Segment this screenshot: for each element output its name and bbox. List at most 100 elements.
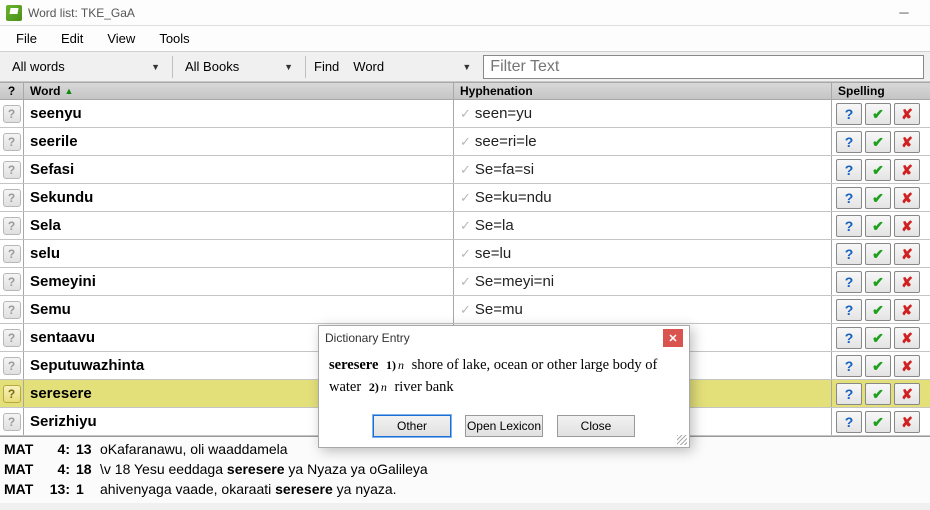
row-hyphenation: ✓Se=ku=ndu — [454, 184, 832, 211]
column-header-hyphenation[interactable]: Hyphenation — [454, 83, 832, 99]
spell-correct-button[interactable]: ✔ — [865, 103, 891, 125]
dialog-title: Dictionary Entry — [325, 331, 410, 345]
spell-correct-button[interactable]: ✔ — [865, 299, 891, 321]
word-filter-combo[interactable]: All words ▼ — [6, 56, 166, 78]
spell-correct-button[interactable]: ✔ — [865, 215, 891, 237]
resize-grip[interactable] — [677, 435, 687, 445]
spell-unknown-button[interactable]: ? — [836, 355, 862, 377]
question-icon: ? — [3, 133, 21, 151]
spell-unknown-button[interactable]: ? — [836, 159, 862, 181]
spell-incorrect-button[interactable]: ✘ — [894, 243, 920, 265]
find-mode-combo[interactable]: Word ▼ — [347, 56, 477, 78]
separator — [172, 56, 173, 78]
word-filter-value: All words — [12, 59, 65, 74]
table-row[interactable]: ?Semu✓Se=mu?✔✘ — [0, 296, 930, 324]
ref-chapter: 4: — [44, 439, 70, 459]
spell-correct-button[interactable]: ✔ — [865, 327, 891, 349]
ref-text: \v 18 Yesu eeddaga seresere ya Nyaza ya … — [100, 459, 428, 479]
row-spelling: ?✔✘ — [832, 156, 930, 183]
question-icon: ? — [3, 105, 21, 123]
row-spelling: ?✔✘ — [832, 324, 930, 351]
question-icon: ? — [3, 329, 21, 347]
spell-incorrect-button[interactable]: ✘ — [894, 103, 920, 125]
spell-correct-button[interactable]: ✔ — [865, 383, 891, 405]
table-row[interactable]: ?Semeyini✓Se=meyi=ni?✔✘ — [0, 268, 930, 296]
spell-incorrect-button[interactable]: ✘ — [894, 299, 920, 321]
spell-unknown-button[interactable]: ? — [836, 103, 862, 125]
row-spelling: ?✔✘ — [832, 408, 930, 435]
filter-input[interactable] — [483, 55, 924, 79]
ref-book: MAT — [4, 439, 38, 459]
row-word: Sefasi — [24, 156, 454, 183]
spell-correct-button[interactable]: ✔ — [865, 271, 891, 293]
ref-verse: 1 — [76, 479, 94, 499]
spell-unknown-button[interactable]: ? — [836, 131, 862, 153]
spell-incorrect-button[interactable]: ✘ — [894, 271, 920, 293]
menu-file[interactable]: File — [6, 28, 47, 49]
spell-correct-button[interactable]: ✔ — [865, 131, 891, 153]
table-row[interactable]: ?selu✓se=lu?✔✘ — [0, 240, 930, 268]
dialog-footer: Other Open Lexicon Close — [319, 409, 689, 447]
column-header-status[interactable]: ? — [0, 83, 24, 99]
spell-incorrect-button[interactable]: ✘ — [894, 411, 920, 433]
reference-line[interactable]: MAT13:1ahivenyaga vaade, okaraati serese… — [0, 479, 930, 499]
ref-book: MAT — [4, 479, 38, 499]
check-icon: ✓ — [460, 218, 471, 234]
spell-unknown-button[interactable]: ? — [836, 327, 862, 349]
spell-unknown-button[interactable]: ? — [836, 243, 862, 265]
spell-unknown-button[interactable]: ? — [836, 215, 862, 237]
menu-view[interactable]: View — [97, 28, 145, 49]
spell-incorrect-button[interactable]: ✘ — [894, 327, 920, 349]
spell-incorrect-button[interactable]: ✘ — [894, 187, 920, 209]
spell-correct-button[interactable]: ✔ — [865, 355, 891, 377]
chevron-down-icon: ▼ — [151, 62, 160, 72]
dialog-titlebar[interactable]: Dictionary Entry ✕ — [319, 326, 689, 350]
spell-unknown-button[interactable]: ? — [836, 299, 862, 321]
row-word: Sekundu — [24, 184, 454, 211]
row-spelling: ?✔✘ — [832, 296, 930, 323]
dialog-body: seresere 1)n shore of lake, ocean or oth… — [319, 350, 689, 409]
dictionary-entry-dialog: Dictionary Entry ✕ seresere 1)n shore of… — [318, 325, 690, 448]
sense-definition: river bank — [394, 379, 453, 395]
spell-unknown-button[interactable]: ? — [836, 187, 862, 209]
spell-incorrect-button[interactable]: ✘ — [894, 131, 920, 153]
spell-incorrect-button[interactable]: ✘ — [894, 159, 920, 181]
spell-unknown-button[interactable]: ? — [836, 383, 862, 405]
close-button[interactable]: Close — [557, 415, 635, 437]
ref-verse: 18 — [76, 459, 94, 479]
spell-unknown-button[interactable]: ? — [836, 411, 862, 433]
column-header-word[interactable]: Word ▲ — [24, 83, 454, 99]
table-row[interactable]: ?seerile✓see=ri=le?✔✘ — [0, 128, 930, 156]
spell-incorrect-button[interactable]: ✘ — [894, 215, 920, 237]
table-row[interactable]: ?Sefasi✓Se=fa=si?✔✘ — [0, 156, 930, 184]
spell-correct-button[interactable]: ✔ — [865, 187, 891, 209]
row-status: ? — [0, 268, 24, 295]
reference-line[interactable]: MAT4:18\v 18 Yesu eeddaga seresere ya Ny… — [0, 459, 930, 479]
ref-book: MAT — [4, 459, 38, 479]
column-header-spelling[interactable]: Spelling — [832, 83, 930, 99]
dialog-close-button[interactable]: ✕ — [663, 329, 683, 347]
spell-unknown-button[interactable]: ? — [836, 271, 862, 293]
row-status: ? — [0, 212, 24, 239]
row-status: ? — [0, 380, 24, 407]
table-row[interactable]: ?Sela✓Se=la?✔✘ — [0, 212, 930, 240]
row-word: Semu — [24, 296, 454, 323]
question-icon: ? — [3, 385, 21, 403]
table-row[interactable]: ?seenyu✓seen=yu?✔✘ — [0, 100, 930, 128]
book-filter-combo[interactable]: All Books ▼ — [179, 56, 299, 78]
menu-tools[interactable]: Tools — [149, 28, 199, 49]
spell-correct-button[interactable]: ✔ — [865, 159, 891, 181]
question-icon: ? — [3, 301, 21, 319]
spell-incorrect-button[interactable]: ✘ — [894, 355, 920, 377]
spell-correct-button[interactable]: ✔ — [865, 243, 891, 265]
check-icon: ✓ — [460, 190, 471, 206]
title-bar: Word list: TKE_GaA ─ — [0, 0, 930, 26]
spell-correct-button[interactable]: ✔ — [865, 411, 891, 433]
question-icon: ? — [3, 357, 21, 375]
table-row[interactable]: ?Sekundu✓Se=ku=ndu?✔✘ — [0, 184, 930, 212]
spell-incorrect-button[interactable]: ✘ — [894, 383, 920, 405]
minimize-button[interactable]: ─ — [884, 3, 924, 23]
menu-edit[interactable]: Edit — [51, 28, 93, 49]
open-lexicon-button[interactable]: Open Lexicon — [465, 415, 543, 437]
other-button[interactable]: Other — [373, 415, 451, 437]
